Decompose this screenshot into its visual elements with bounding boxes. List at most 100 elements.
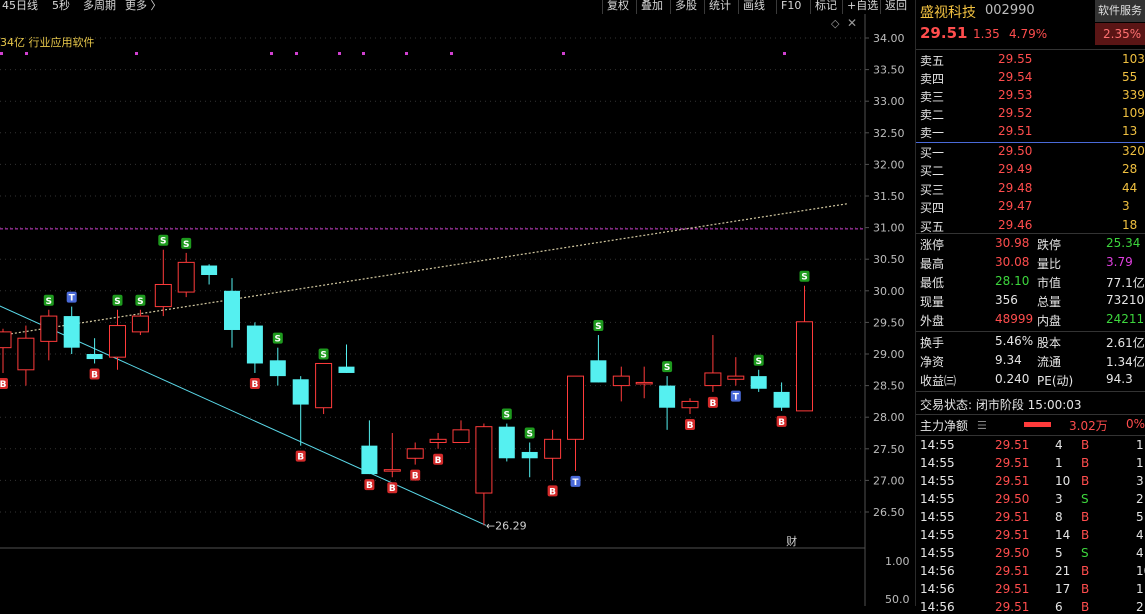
stat-label: 市值 bbox=[1037, 276, 1062, 290]
y-tick-label: 28.50 bbox=[873, 380, 905, 393]
signal-marker-B: B bbox=[251, 380, 258, 390]
divider bbox=[916, 233, 1145, 234]
add-watchlist-button[interactable]: +自选 bbox=[842, 0, 882, 14]
signal-marker-S: S bbox=[275, 335, 281, 345]
candle-body bbox=[498, 426, 515, 459]
bid-level-label: 买一 bbox=[920, 146, 945, 160]
stat-value: 1.34亿 bbox=[1106, 355, 1145, 369]
tick-time: 14:55 bbox=[920, 438, 955, 452]
net-flow-pct: 0% bbox=[1126, 417, 1145, 431]
event-dot bbox=[25, 52, 28, 55]
candle-body bbox=[109, 325, 126, 358]
ask-price: 29.51 bbox=[998, 124, 1033, 138]
stat-label: 量比 bbox=[1037, 257, 1062, 271]
tick-time: 14:55 bbox=[920, 510, 955, 524]
bid-volume: 3 bbox=[1122, 199, 1130, 214]
candle-body bbox=[269, 360, 286, 377]
bid-price: 29.47 bbox=[998, 199, 1033, 214]
multi-period-button[interactable]: 多周期 bbox=[83, 0, 116, 12]
tick-time: 14:55 bbox=[920, 546, 955, 560]
tick-direction: B bbox=[1081, 582, 1090, 596]
tick-volume: 5 bbox=[1055, 546, 1063, 560]
stat-label: 跌停 bbox=[1037, 238, 1062, 252]
stat-label: 最低 bbox=[920, 276, 945, 290]
y-tick-label: 31.00 bbox=[873, 222, 905, 235]
tick-direction: B bbox=[1081, 456, 1090, 470]
stat-value: 2.61亿 bbox=[1106, 336, 1145, 350]
stat-label: 最高 bbox=[920, 257, 945, 271]
stat-value: 5.46% bbox=[995, 334, 1034, 348]
signal-marker-B: B bbox=[389, 484, 396, 494]
tick-volume: 6 bbox=[1055, 600, 1063, 614]
tick-count: 1 bbox=[1136, 438, 1144, 452]
stat-label: 外盘 bbox=[920, 314, 945, 328]
candle-body bbox=[727, 375, 745, 380]
net-flow-value: 3.02万 bbox=[1069, 419, 1108, 433]
ask-level-label: 卖三 bbox=[920, 90, 945, 104]
ask-price: 29.53 bbox=[998, 88, 1033, 102]
period-45day[interactable]: 45日线 bbox=[2, 0, 38, 12]
bid-price: 29.46 bbox=[998, 217, 1033, 232]
adjust-button[interactable]: 复权 bbox=[602, 0, 633, 14]
list-icon[interactable]: ☰ bbox=[977, 419, 987, 432]
tick-direction: S bbox=[1081, 492, 1089, 506]
tick-direction: B bbox=[1081, 510, 1090, 524]
period-5sec[interactable]: 5秒 bbox=[52, 0, 70, 12]
quote-panel: 盛视科技 002990 29.51 1.35 4.79% 软件服务 2.35% … bbox=[915, 0, 1145, 614]
stat-value: 28.10 bbox=[995, 274, 1030, 288]
stat-value: 0.240 bbox=[995, 372, 1030, 386]
tick-price: 29.51 bbox=[995, 582, 1030, 596]
back-button[interactable]: 返回 bbox=[880, 0, 909, 14]
signal-marker-B: B bbox=[91, 370, 98, 380]
tick-direction: B bbox=[1081, 564, 1090, 578]
overlay-button[interactable]: 叠加 bbox=[636, 0, 667, 14]
draw-line-button[interactable]: 画线 bbox=[738, 0, 769, 14]
bid-level-label: 买二 bbox=[920, 164, 945, 179]
signal-marker-S: S bbox=[46, 297, 52, 307]
signal-marker-B: B bbox=[366, 481, 373, 491]
candle-body bbox=[131, 315, 149, 333]
candle-body bbox=[154, 283, 172, 308]
event-dot bbox=[135, 52, 138, 55]
divider bbox=[916, 414, 1145, 415]
candle-body bbox=[590, 360, 607, 383]
y-tick-label: 32.50 bbox=[873, 127, 905, 140]
bid-volume: 28 bbox=[1122, 162, 1138, 177]
stat-label: 内盘 bbox=[1037, 314, 1062, 328]
last-price: 29.51 bbox=[920, 24, 968, 42]
stat-label: 总量 bbox=[1037, 295, 1062, 309]
candle-body bbox=[406, 448, 424, 459]
signal-marker-B: B bbox=[709, 399, 716, 409]
multi-stock-button[interactable]: 多股 bbox=[670, 0, 701, 14]
tick-count: 2 bbox=[1136, 492, 1144, 506]
signal-marker-T: T bbox=[733, 393, 740, 403]
tick-count: 5 bbox=[1136, 510, 1144, 524]
bid-volume: 18 bbox=[1122, 217, 1138, 232]
f10-button[interactable]: F10 bbox=[776, 0, 805, 14]
ask-bid-divider bbox=[916, 142, 1145, 143]
kline-chart[interactable]: 34.00 33.50 33.00 32.50 32.00 31.50 31.00 30.50… bbox=[0, 14, 915, 606]
mark-button[interactable]: 标记 bbox=[810, 0, 841, 14]
y-tick-label: 33.50 bbox=[873, 64, 905, 77]
tick-volume: 10 bbox=[1055, 474, 1071, 488]
tick-price: 29.51 bbox=[995, 456, 1030, 470]
event-dot bbox=[783, 52, 786, 55]
stat-value: 356 bbox=[995, 293, 1018, 307]
low-price-annotation: ←26.29 bbox=[486, 519, 527, 532]
stock-code: 002990 bbox=[985, 3, 1035, 18]
stats-button[interactable]: 统计 bbox=[704, 0, 735, 14]
ma-line bbox=[2, 202, 849, 336]
ask-volume: 109 bbox=[1122, 106, 1145, 120]
y-tick-label: 29.00 bbox=[873, 348, 905, 361]
y-tick-label: 33.00 bbox=[873, 95, 905, 108]
tick-volume: 3 bbox=[1055, 492, 1063, 506]
tick-count: 1 bbox=[1136, 456, 1144, 470]
ask-price: 29.54 bbox=[998, 70, 1033, 84]
sector-badge[interactable]: 软件服务 bbox=[1095, 0, 1145, 22]
y-tick-label: 30.50 bbox=[873, 253, 905, 266]
tick-time: 14:56 bbox=[920, 564, 955, 578]
tick-direction: S bbox=[1081, 546, 1089, 560]
event-dot bbox=[450, 52, 453, 55]
stat-label: 现量 bbox=[920, 295, 945, 309]
more-button[interactable]: 更多 〉 bbox=[125, 0, 162, 12]
